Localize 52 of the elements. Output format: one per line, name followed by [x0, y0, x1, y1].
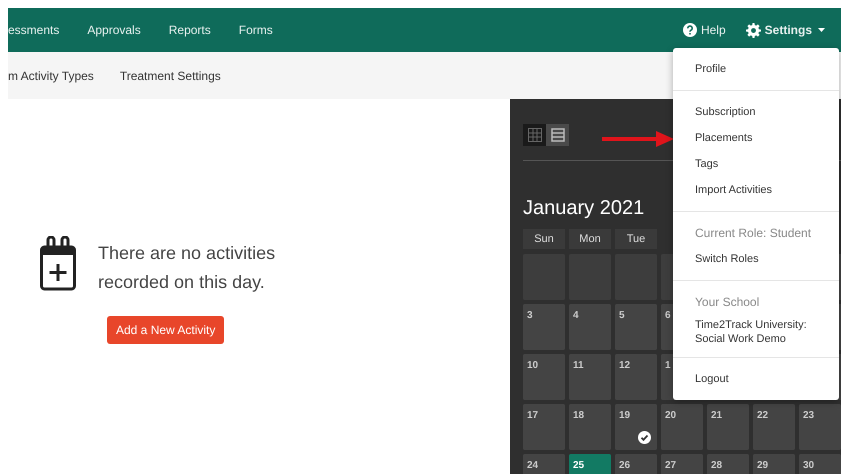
help-icon: [682, 23, 697, 37]
calendar-plus-icon: [40, 236, 76, 292]
nav-link[interactable]: essments: [8, 21, 60, 39]
calendar-day[interactable]: 23: [799, 404, 841, 450]
calendar-day[interactable]: 28: [707, 454, 749, 474]
weekday-header: Tue: [615, 229, 657, 249]
calendar-day[interactable]: 11: [569, 354, 611, 400]
calendar-day[interactable]: 30: [799, 454, 841, 474]
empty-state-message: There are no activities recorded on this day.: [98, 242, 276, 294]
calendar-day[interactable]: 21: [707, 404, 749, 450]
menu-item[interactable]: Profile: [673, 56, 839, 82]
menu-item[interactable]: Subscription: [673, 99, 839, 125]
calendar-day[interactable]: 22: [753, 404, 795, 450]
menu-item[interactable]: Placements: [673, 125, 839, 151]
sub-nav-link[interactable]: Treatment Settings: [120, 66, 221, 84]
nav-link[interactable]: Reports: [168, 21, 211, 39]
menu-item[interactable]: Tags: [673, 151, 839, 177]
gear-icon: [746, 22, 761, 38]
calendar-day[interactable]: 17: [523, 404, 565, 450]
sub-nav-link[interactable]: m Activity Types: [8, 66, 94, 84]
calendar-day[interactable]: 26: [615, 454, 657, 474]
menu-item[interactable]: Import Activities: [673, 177, 839, 203]
menu-item[interactable]: Switch Roles: [673, 246, 839, 272]
calendar-day[interactable]: 12: [615, 354, 657, 400]
caret-icon: [818, 28, 825, 32]
add-activity-button[interactable]: Add a New Activity: [107, 316, 224, 344]
nav-link[interactable]: Forms: [238, 21, 273, 39]
calendar-day[interactable]: 29: [753, 454, 795, 474]
settings-menu-toggle[interactable]: Settings: [746, 21, 825, 39]
weekday-header: Mon: [569, 229, 611, 249]
calendar-day[interactable]: 19: [615, 404, 657, 450]
menu-header: Your School: [694, 294, 760, 311]
calendar-day[interactable]: 24: [523, 454, 565, 474]
calendar-day[interactable]: 25: [569, 454, 611, 474]
calendar-day[interactable]: 4: [569, 304, 611, 350]
calendar-day[interactable]: 10: [523, 354, 565, 400]
menu-header: Current Role: Student: [694, 225, 812, 242]
calendar-day[interactable]: 3: [523, 304, 565, 350]
grid-view-button[interactable]: [523, 124, 546, 146]
check-circle-icon: [638, 431, 651, 444]
nav-link[interactable]: Approvals: [87, 21, 141, 39]
annotation-arrow: [602, 130, 674, 148]
menu-item[interactable]: Logout: [673, 366, 839, 392]
calendar-title: January 2021: [523, 196, 644, 219]
school-name: Time2Track University: Social Work Demo: [694, 318, 808, 347]
calendar-day[interactable]: 20: [661, 404, 703, 450]
calendar-day[interactable]: 18: [569, 404, 611, 450]
calendar-day[interactable]: 5: [615, 304, 657, 350]
weekday-header: Sun: [523, 229, 565, 249]
list-view-button[interactable]: [546, 124, 569, 146]
calendar-day[interactable]: 27: [661, 454, 703, 474]
help-link[interactable]: Help: [682, 21, 726, 39]
